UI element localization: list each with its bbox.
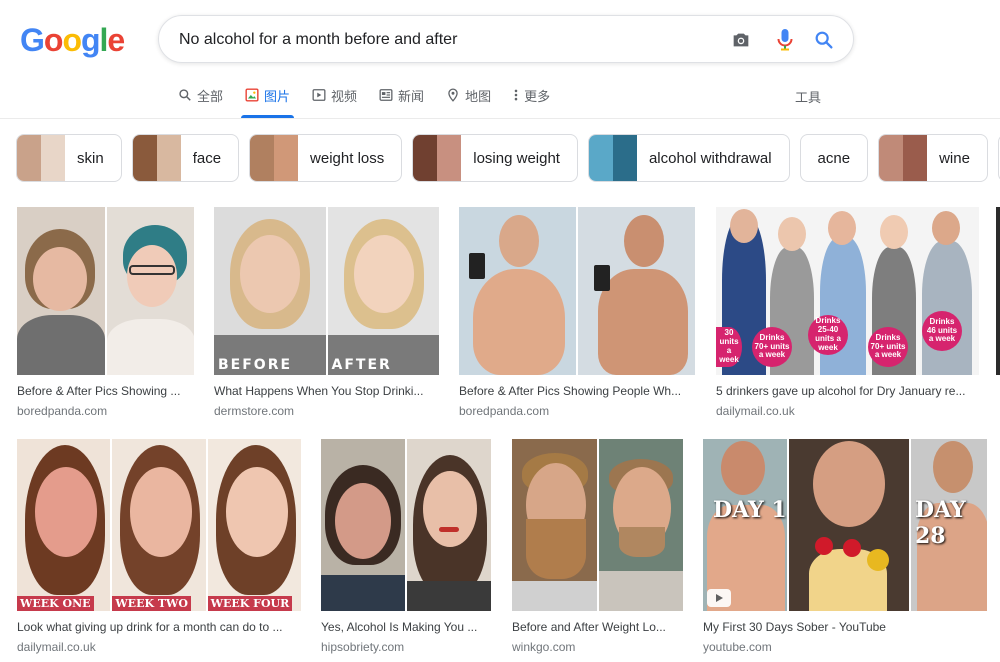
week-label: WEEK TWO xyxy=(112,596,191,611)
more-vert-icon xyxy=(514,89,518,101)
day-label: DAY 28 xyxy=(915,497,966,549)
image-result[interactable]: Before & After Pics Showing ... boredpan… xyxy=(17,207,194,418)
result-caption: What Happens When You Stop Drinki... xyxy=(214,384,424,398)
result-caption: Yes, Alcohol Is Making You ... xyxy=(321,620,478,634)
video-icon xyxy=(312,89,326,101)
play-icon xyxy=(707,589,731,607)
chip-label: wine xyxy=(939,149,970,167)
badge: 30 units a week xyxy=(716,327,742,367)
chip-thumbnail xyxy=(132,135,181,181)
chip-face[interactable]: face xyxy=(131,134,240,182)
result-caption: Look what giving up drink for a month ca… xyxy=(17,620,283,634)
result-thumbnail xyxy=(512,439,683,611)
header-divider xyxy=(0,118,1000,119)
logo-letter: o xyxy=(43,22,64,58)
image-result[interactable]: DAY 1 DAY 28 My First 30 Days Sober - Yo… xyxy=(703,439,989,654)
after-label: AFTER xyxy=(331,357,392,373)
tab-images[interactable]: 图片 xyxy=(241,80,295,118)
badge: Drinks 25-40 units a week xyxy=(808,315,848,355)
chip-label: weight loss xyxy=(310,149,385,167)
tab-news[interactable]: 新闻 xyxy=(379,80,424,110)
search-icon[interactable] xyxy=(812,28,836,52)
tab-videos[interactable]: 视频 xyxy=(312,80,357,110)
day-label: DAY 1 xyxy=(713,497,787,523)
search-box xyxy=(158,15,854,63)
chip-label: acne xyxy=(817,149,851,167)
image-result[interactable]: 30 units a week Drinks 70+ units a week … xyxy=(716,207,979,418)
image-result[interactable]: Before & After Pics Showing People Wh...… xyxy=(459,207,695,418)
result-source: dailymail.co.uk xyxy=(716,404,795,418)
chip-thumbnail xyxy=(879,135,928,181)
chip-label: skin xyxy=(77,149,104,167)
result-source: dermstore.com xyxy=(214,404,295,418)
chip-wine[interactable]: wine xyxy=(878,134,988,182)
microphone-icon[interactable] xyxy=(773,28,797,52)
result-source: dailymail.co.uk xyxy=(17,640,96,654)
result-caption: My First 30 Days Sober - YouTube xyxy=(703,620,886,634)
chip-alcohol-withdrawal[interactable]: alcohol withdrawal xyxy=(587,134,790,182)
result-thumbnail xyxy=(321,439,491,611)
image-result[interactable]: BEFORE AFTER What Happens When You Stop … xyxy=(214,207,439,418)
result-thumbnail xyxy=(459,207,695,375)
image-result[interactable]: Yes, Alcohol Is Making You ... hipsobrie… xyxy=(321,439,491,654)
result-thumbnail xyxy=(17,207,194,375)
logo-letter: G xyxy=(20,22,45,58)
logo-letter: o xyxy=(62,22,82,58)
search-tabs: 全部 图片 视频 新闻 地图 更多 xyxy=(178,80,572,118)
badge: Drinks 70+ units a week xyxy=(868,327,908,367)
result-thumbnail: BEFORE AFTER xyxy=(214,207,439,375)
image-result[interactable]: WEEK ONE WEEK TWO WEEK FOUR Look what gi… xyxy=(17,439,301,654)
image-result[interactable]: Before and After Weight Lo... winkgo.com xyxy=(512,439,683,654)
tab-label: 新闻 xyxy=(398,88,425,104)
before-label: BEFORE xyxy=(218,357,293,373)
chip-thumbnail xyxy=(17,135,65,181)
chip-label: face xyxy=(192,149,222,167)
tab-label: 图片 xyxy=(264,88,291,104)
tab-label: 更多 xyxy=(524,88,551,104)
badge: Drinks 70+ units a week xyxy=(752,327,792,367)
chip-weight-loss[interactable]: weight loss xyxy=(249,134,403,182)
related-searches-bar: skin face weight loss losing weight alco… xyxy=(16,134,1000,184)
google-logo[interactable]: Google xyxy=(20,22,125,59)
chip-thumbnail xyxy=(250,135,299,181)
tab-all[interactable]: 全部 xyxy=(178,80,223,110)
result-caption: Before and After Weight Lo... xyxy=(512,620,666,634)
result-caption: 5 drinkers gave up alcohol for Dry Janua… xyxy=(716,384,966,398)
result-thumbnail: WEEK ONE WEEK TWO WEEK FOUR xyxy=(17,439,301,611)
tab-label: 全部 xyxy=(197,88,224,104)
chip-acne[interactable]: acne xyxy=(799,134,869,182)
news-icon xyxy=(379,89,393,101)
search-icon xyxy=(179,89,191,101)
image-icon xyxy=(245,88,259,102)
result-thumbnail: 30 units a week Drinks 70+ units a week … xyxy=(716,207,979,375)
tab-label: 视频 xyxy=(331,88,358,104)
result-source: boredpanda.com xyxy=(17,404,108,418)
chip-label: alcohol withdrawal xyxy=(648,149,772,167)
logo-letter: e xyxy=(107,22,125,58)
chip-skin[interactable]: skin xyxy=(16,134,122,182)
week-label: WEEK ONE xyxy=(17,596,94,611)
logo-letter: g xyxy=(80,22,101,58)
result-source: winkgo.com xyxy=(512,640,576,654)
result-caption: Before & After Pics Showing People Wh... xyxy=(459,384,682,398)
tab-maps[interactable]: 地图 xyxy=(446,80,491,110)
chip-label: losing weight xyxy=(473,149,560,167)
result-thumbnail: DAY 1 DAY 28 xyxy=(703,439,989,611)
chip-thumbnail xyxy=(413,135,462,181)
tools-button[interactable]: 工具 xyxy=(795,87,821,106)
tab-more[interactable]: 更多 xyxy=(513,80,550,110)
result-caption: Before & After Pics Showing ... xyxy=(17,384,181,398)
partial-thumbnail[interactable] xyxy=(996,207,1000,375)
result-source: boredpanda.com xyxy=(459,404,550,418)
chip-losing-weight[interactable]: losing weight xyxy=(412,134,578,182)
badge: Drinks 46 units a week xyxy=(922,311,962,351)
search-input[interactable] xyxy=(179,28,719,52)
week-label: WEEK FOUR xyxy=(207,596,293,611)
tab-label: 地图 xyxy=(465,88,492,104)
camera-icon[interactable] xyxy=(729,28,753,52)
map-pin-icon xyxy=(448,88,458,102)
result-source: hipsobriety.com xyxy=(321,640,405,654)
chip-thumbnail xyxy=(588,135,637,181)
result-source: youtube.com xyxy=(703,640,772,654)
